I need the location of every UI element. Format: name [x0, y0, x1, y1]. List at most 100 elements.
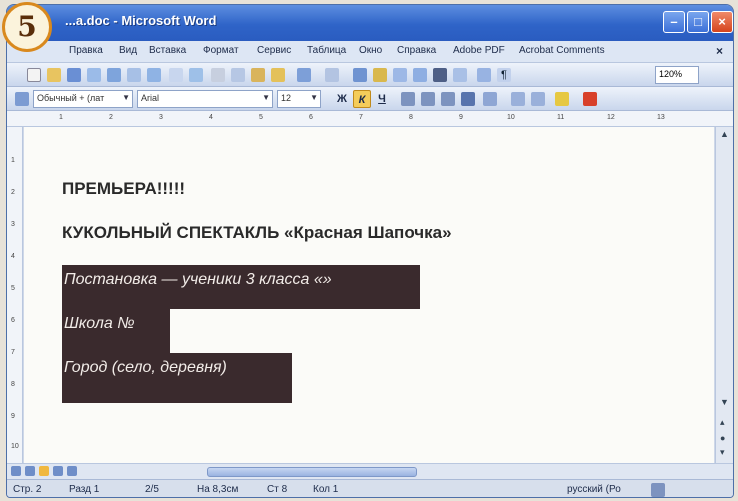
font-size-select[interactable]: 12 ▼ — [277, 90, 321, 108]
close-button[interactable]: × — [711, 11, 733, 33]
word-window: ...a.doc - Microsoft Word – □ × Правка В… — [6, 4, 734, 498]
status-page: Стр. 2 — [13, 484, 42, 495]
spelling-icon[interactable] — [169, 68, 183, 82]
menu-table[interactable]: Таблица — [307, 45, 346, 56]
font-color-icon[interactable] — [583, 92, 597, 106]
save-icon[interactable] — [67, 68, 81, 82]
status-position: На 8,3см — [197, 484, 239, 495]
maximize-button[interactable]: □ — [687, 11, 709, 33]
browse-object-icon[interactable]: ● — [720, 433, 725, 443]
email-icon[interactable] — [107, 68, 121, 82]
scroll-up-icon[interactable]: ▲ — [720, 129, 729, 139]
font-select[interactable]: Arial ▼ — [137, 90, 273, 108]
justify-icon[interactable] — [461, 92, 475, 106]
redo-icon[interactable] — [325, 68, 339, 82]
underline-button[interactable]: Ч — [373, 90, 391, 108]
title-bar[interactable]: ...a.doc - Microsoft Word – □ × — [7, 5, 733, 41]
menu-help[interactable]: Справка — [397, 45, 436, 56]
minimize-button[interactable]: – — [663, 11, 685, 33]
new-document-icon[interactable] — [27, 68, 41, 82]
ruler-number: 5 — [11, 285, 15, 292]
numbering-icon[interactable] — [511, 92, 525, 106]
drawing-icon[interactable] — [453, 68, 467, 82]
ruler-number: 8 — [11, 381, 15, 388]
window-title: ...a.doc - Microsoft Word — [65, 13, 217, 28]
next-page-icon[interactable]: ▾ — [720, 447, 725, 458]
web-view-icon[interactable] — [25, 466, 35, 476]
tables-borders-icon[interactable] — [373, 68, 387, 82]
menu-insert[interactable]: Вставка — [149, 45, 186, 56]
menu-acrobat-comments[interactable]: Acrobat Comments — [519, 45, 605, 56]
status-bar: Стр. 2 Разд 1 2/5 На 8,3см Ст 8 Кол 1 ру… — [7, 479, 733, 497]
research-icon[interactable] — [189, 68, 203, 82]
ruler-number: 7 — [11, 349, 15, 356]
standard-toolbar: ¶ 120% — [7, 63, 733, 87]
format-painter-icon[interactable] — [271, 68, 285, 82]
open-icon[interactable] — [47, 68, 61, 82]
vertical-ruler[interactable]: 1 2 3 4 5 6 7 8 9 10 — [7, 127, 23, 463]
scroll-down-icon[interactable]: ▼ — [720, 397, 729, 407]
show-hide-icon[interactable]: ¶ — [497, 68, 511, 82]
ruler-number: 3 — [159, 114, 163, 121]
align-left-icon[interactable] — [401, 92, 415, 106]
bullets-icon[interactable] — [531, 92, 545, 106]
columns-icon[interactable] — [433, 68, 447, 82]
spelling-status-icon[interactable] — [651, 483, 665, 497]
zoom-select[interactable]: 120% — [655, 66, 699, 84]
insert-table-icon[interactable] — [393, 68, 407, 82]
horizontal-scroll-thumb[interactable] — [207, 467, 417, 477]
menu-edit[interactable]: Правка — [69, 45, 103, 56]
status-section: Разд 1 — [69, 484, 100, 495]
ruler-number: 2 — [11, 189, 15, 196]
menu-view[interactable]: Вид — [119, 45, 137, 56]
step-number-badge: 5 — [2, 2, 52, 52]
copy-icon[interactable] — [231, 68, 245, 82]
font-size-value: 12 — [281, 93, 292, 103]
print-layout-icon[interactable] — [39, 466, 49, 476]
selected-line-city[interactable]: Город (село, деревня) — [62, 353, 292, 403]
document-map-icon[interactable] — [477, 68, 491, 82]
chevron-down-icon: ▼ — [122, 93, 130, 102]
undo-icon[interactable] — [297, 68, 311, 82]
ruler-number: 9 — [459, 114, 463, 121]
permission-icon[interactable] — [87, 68, 101, 82]
outline-view-icon[interactable] — [53, 466, 63, 476]
status-page-count: 2/5 — [145, 484, 159, 495]
vertical-scrollbar[interactable]: ▲ ▼ ▴ ● ▾ — [715, 127, 733, 463]
align-right-icon[interactable] — [441, 92, 455, 106]
print-preview-icon[interactable] — [147, 68, 161, 82]
menu-window[interactable]: Окно — [359, 45, 382, 56]
menu-adobe-pdf[interactable]: Adobe PDF — [453, 45, 505, 56]
selected-line-school[interactable]: Школа № — [62, 309, 170, 353]
line-spacing-icon[interactable] — [483, 92, 497, 106]
play-title: КУКОЛЬНЫЙ СПЕКТАКЛЬ «Красная Шапочка» — [62, 223, 452, 242]
styles-icon[interactable] — [15, 92, 29, 106]
paste-icon[interactable] — [251, 68, 265, 82]
ruler-number: 6 — [309, 114, 313, 121]
document-page[interactable]: ПРЕМЬЕРА!!!!! КУКОЛЬНЫЙ СПЕКТАКЛЬ «Красн… — [24, 127, 714, 463]
menu-tools[interactable]: Сервис — [257, 45, 291, 56]
bold-button[interactable]: Ж — [333, 90, 351, 108]
style-select[interactable]: Обычный + (лат ▼ — [33, 90, 133, 108]
close-document-icon[interactable]: × — [716, 44, 723, 58]
selected-line-production[interactable]: Постановка — ученики 3 класса «» — [62, 265, 420, 309]
ruler-number: 1 — [11, 157, 15, 164]
horizontal-ruler[interactable]: 1 2 3 4 5 6 7 8 9 10 11 12 13 — [7, 111, 733, 127]
hyperlink-icon[interactable] — [353, 68, 367, 82]
reading-view-icon[interactable] — [67, 466, 77, 476]
menu-format[interactable]: Формат — [203, 45, 239, 56]
normal-view-icon[interactable] — [11, 466, 21, 476]
insert-excel-icon[interactable] — [413, 68, 427, 82]
previous-page-icon[interactable]: ▴ — [720, 417, 725, 428]
ruler-number: 1 — [59, 114, 63, 121]
print-icon[interactable] — [127, 68, 141, 82]
cut-icon[interactable] — [211, 68, 225, 82]
highlight-icon[interactable] — [555, 92, 569, 106]
status-language: русский (Ро — [567, 484, 621, 495]
ruler-number: 2 — [109, 114, 113, 121]
italic-button[interactable]: К — [353, 90, 371, 108]
align-center-icon[interactable] — [421, 92, 435, 106]
ruler-number: 9 — [11, 413, 15, 420]
view-bar — [7, 463, 733, 479]
ruler-number: 6 — [11, 317, 15, 324]
